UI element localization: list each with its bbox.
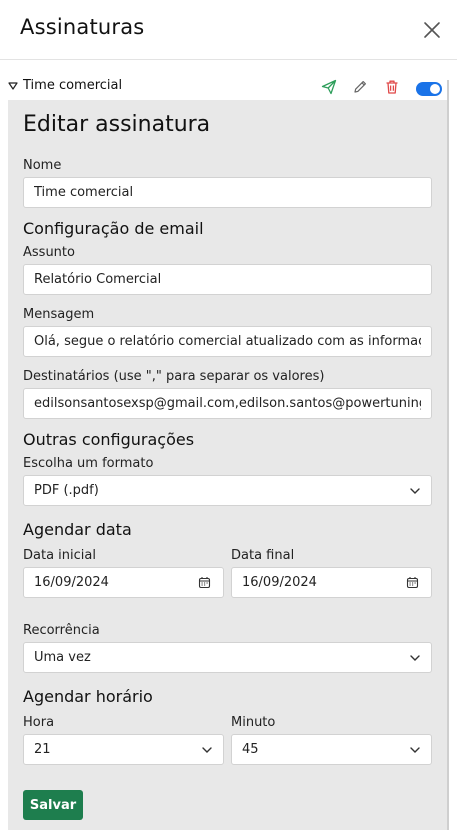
- message-input[interactable]: [23, 326, 432, 357]
- edit-pencil-icon[interactable]: [351, 78, 369, 96]
- recurrence-select-value: Uma vez: [34, 650, 91, 665]
- panel-title: Editar assinatura: [23, 112, 211, 137]
- recurrence-select[interactable]: Uma vez: [23, 642, 432, 673]
- chevron-down-icon: [410, 655, 420, 661]
- dialog-header: Assinaturas: [0, 0, 457, 60]
- schedule-time-heading: Agendar horário: [23, 687, 153, 706]
- start-date-input[interactable]: 16/09/2024: [23, 567, 224, 598]
- minute-select[interactable]: 45: [231, 734, 432, 765]
- other-config-heading: Outras configurações: [23, 430, 195, 449]
- chevron-down-icon: [410, 747, 420, 753]
- subscription-item[interactable]: Time comercial: [0, 74, 457, 100]
- toggle-knob: [430, 84, 440, 94]
- end-date-label: Data final: [231, 548, 295, 563]
- send-icon[interactable]: [320, 78, 338, 96]
- calendar-icon[interactable]: [406, 576, 419, 589]
- subscription-item-name: Time comercial: [23, 78, 123, 93]
- chevron-down-icon: [202, 747, 212, 753]
- subject-input[interactable]: [23, 264, 432, 295]
- end-date-value: 16/09/2024: [242, 575, 317, 590]
- name-label: Nome: [23, 158, 62, 173]
- edit-subscription-panel: Editar assinatura Nome Configuração de e…: [8, 100, 447, 830]
- caret-down-icon[interactable]: [8, 81, 18, 91]
- start-date-label: Data inicial: [23, 548, 96, 563]
- name-input[interactable]: [23, 177, 432, 208]
- message-label: Mensagem: [23, 307, 95, 322]
- recurrence-label: Recorrência: [23, 623, 100, 638]
- format-label: Escolha um formato: [23, 456, 154, 471]
- email-config-heading: Configuração de email: [23, 219, 204, 238]
- recipients-input[interactable]: [23, 388, 432, 419]
- save-button[interactable]: Salvar: [23, 790, 83, 820]
- hour-label: Hora: [23, 715, 55, 730]
- schedule-date-heading: Agendar data: [23, 520, 132, 539]
- scrollbar[interactable]: [447, 80, 449, 830]
- minute-select-value: 45: [242, 742, 259, 757]
- close-icon[interactable]: [420, 18, 444, 42]
- subject-label: Assunto: [23, 245, 75, 260]
- recipients-label: Destinatários (use "," para separar os v…: [23, 369, 325, 384]
- enabled-toggle[interactable]: [416, 82, 442, 96]
- minute-label: Minuto: [231, 715, 276, 730]
- calendar-icon[interactable]: [198, 576, 211, 589]
- format-select[interactable]: PDF (.pdf): [23, 475, 432, 506]
- delete-trash-icon[interactable]: [383, 78, 401, 96]
- chevron-down-icon: [410, 488, 420, 494]
- format-select-value: PDF (.pdf): [34, 483, 99, 498]
- dialog-title: Assinaturas: [20, 15, 145, 39]
- hour-select[interactable]: 21: [23, 734, 224, 765]
- end-date-input[interactable]: 16/09/2024: [231, 567, 432, 598]
- start-date-value: 16/09/2024: [34, 575, 109, 590]
- hour-select-value: 21: [34, 742, 51, 757]
